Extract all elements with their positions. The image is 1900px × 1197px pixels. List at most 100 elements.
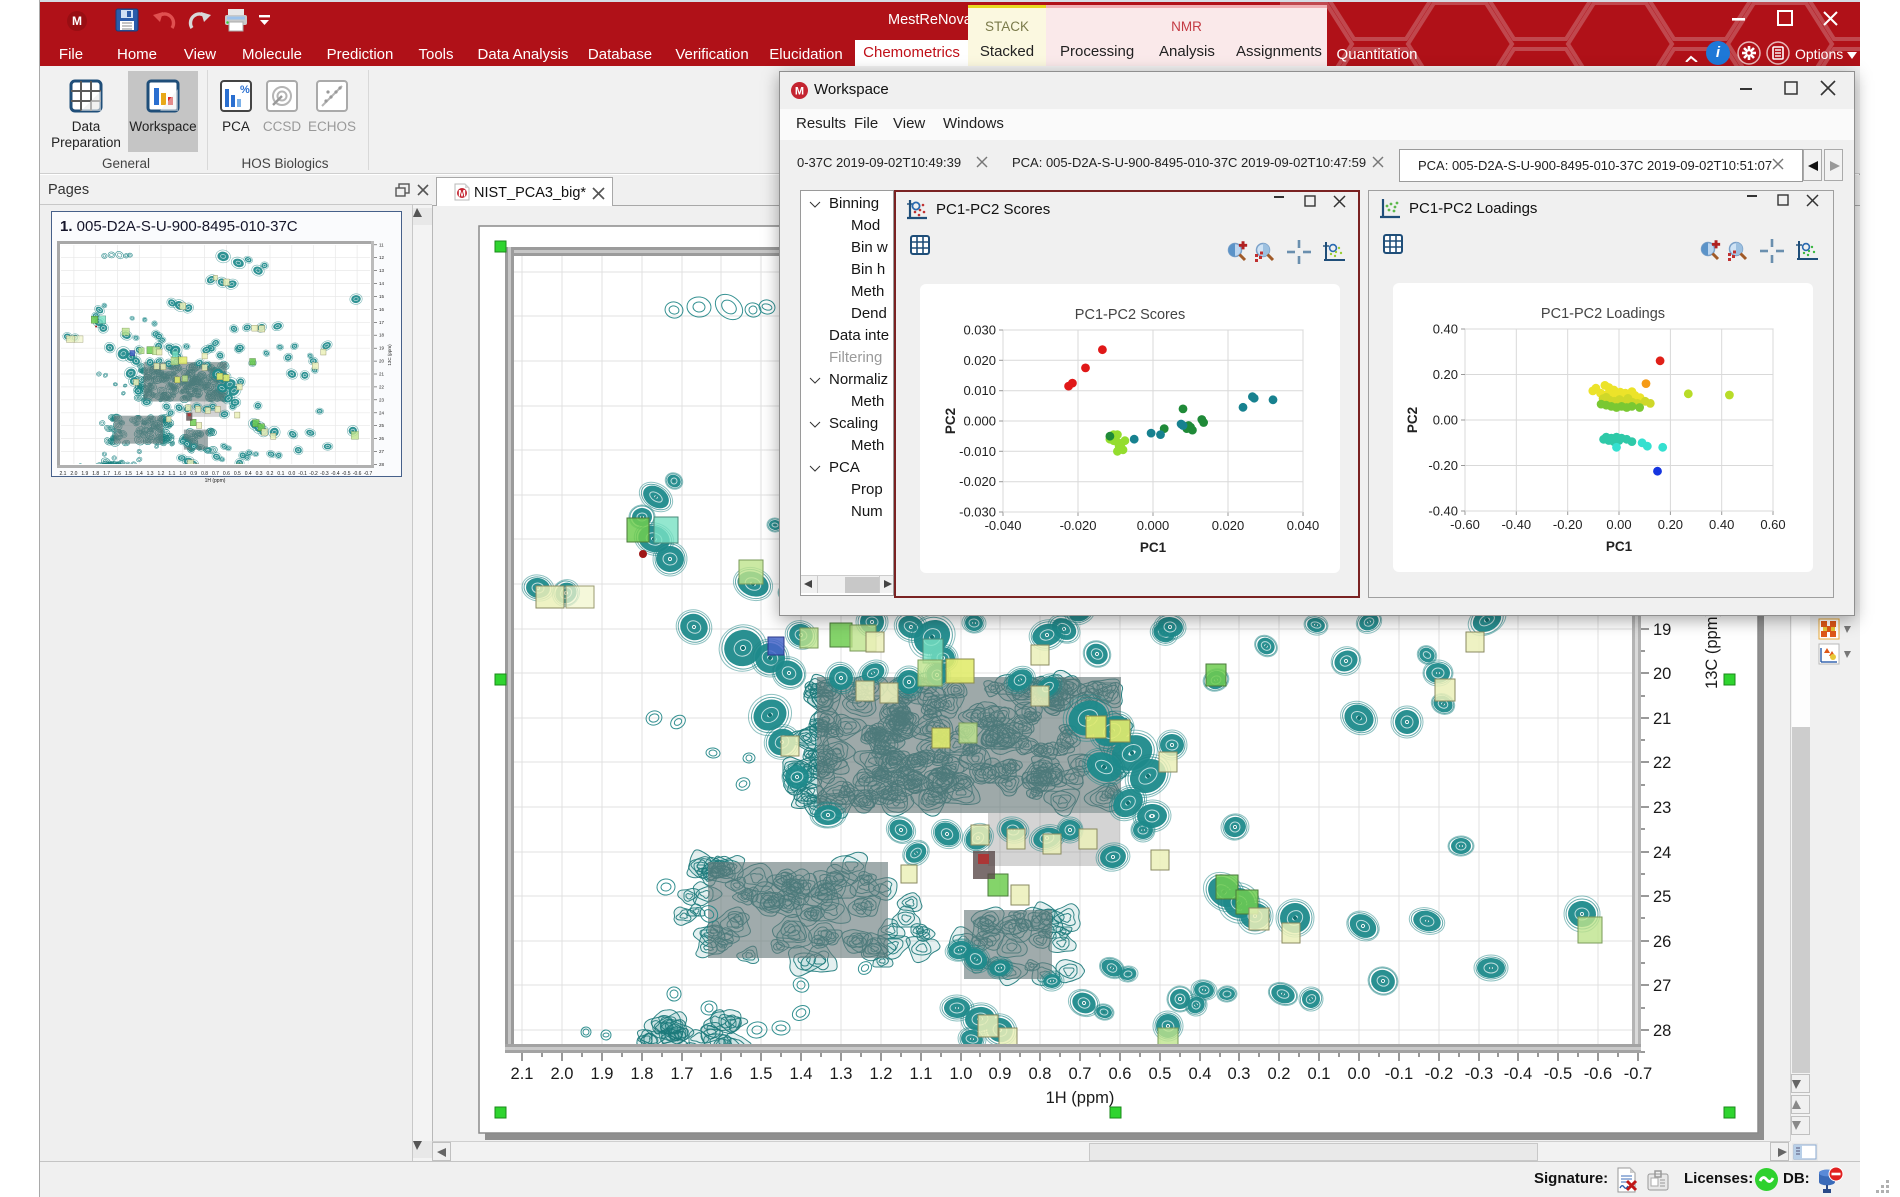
svg-text:0.9: 0.9 [190,471,197,477]
svg-text:PC1-PC2 Loadings: PC1-PC2 Loadings [1541,306,1665,322]
svg-text:1.2: 1.2 [158,471,165,477]
svg-text:-0.7: -0.7 [1624,1065,1652,1083]
svg-text:0.030: 0.030 [963,323,996,338]
svg-text:-0.40: -0.40 [1428,504,1458,519]
svg-text:13C (ppm): 13C (ppm) [387,344,392,366]
svg-text:0.40: 0.40 [1709,517,1734,532]
svg-text:1.2: 1.2 [870,1065,893,1083]
svg-text:0.9: 0.9 [989,1065,1012,1083]
svg-text:-0.20: -0.20 [1553,517,1583,532]
svg-text:1.5: 1.5 [125,471,132,477]
svg-text:2.1: 2.1 [60,471,67,477]
svg-text:0.3: 0.3 [256,471,263,477]
svg-text:1.3: 1.3 [147,471,154,477]
svg-text:12: 12 [379,255,385,260]
svg-text:PC1: PC1 [1606,539,1633,554]
svg-text:-0.040: -0.040 [985,518,1022,533]
svg-text:-0.7: -0.7 [364,471,373,477]
svg-text:2.0: 2.0 [551,1065,574,1083]
svg-text:17: 17 [379,320,385,325]
svg-text:-0.1: -0.1 [298,471,307,477]
svg-text:-0.010: -0.010 [959,444,996,459]
svg-text:0.4: 0.4 [245,471,252,477]
svg-text:19: 19 [1653,621,1671,639]
svg-text:0.020: 0.020 [963,353,996,368]
svg-text:0.7: 0.7 [212,471,219,477]
svg-text:13C (ppm): 13C (ppm) [1703,611,1721,689]
svg-text:PC1: PC1 [1140,540,1167,555]
svg-text:-0.6: -0.6 [353,471,362,477]
svg-text:22: 22 [379,384,385,389]
svg-text:26: 26 [379,436,385,441]
svg-text:-0.020: -0.020 [1060,518,1097,533]
svg-text:0.4: 0.4 [1189,1065,1212,1083]
svg-text:-0.4: -0.4 [1504,1065,1532,1083]
svg-text:-0.030: -0.030 [959,505,996,520]
svg-text:28: 28 [1653,1022,1671,1040]
svg-text:0.5: 0.5 [1149,1065,1172,1083]
svg-text:M: M [458,189,466,199]
svg-text:1.8: 1.8 [631,1065,654,1083]
svg-text:1.6: 1.6 [710,1065,733,1083]
svg-text:-0.5: -0.5 [342,471,351,477]
svg-text:1.4: 1.4 [136,471,143,477]
svg-text:21: 21 [379,372,385,377]
svg-text:PC1-PC2 Scores: PC1-PC2 Scores [1075,307,1185,323]
svg-text:0.6: 0.6 [1109,1065,1132,1083]
svg-text:-0.40: -0.40 [1501,517,1531,532]
svg-text:2.0: 2.0 [70,471,77,477]
svg-text:0.000: 0.000 [1137,518,1170,533]
svg-text:24: 24 [379,410,385,415]
svg-text:-0.60: -0.60 [1450,517,1480,532]
svg-text:0.0: 0.0 [1348,1065,1371,1083]
svg-text:26: 26 [1653,933,1671,951]
svg-text:0.010: 0.010 [963,383,996,398]
svg-text:14: 14 [379,281,385,286]
svg-text:-0.2: -0.2 [1425,1065,1453,1083]
svg-text:0.5: 0.5 [234,471,241,477]
svg-text:1.0: 1.0 [179,471,186,477]
svg-text:-0.020: -0.020 [959,474,996,489]
svg-text:0.3: 0.3 [1228,1065,1251,1083]
svg-text:0.6: 0.6 [223,471,230,477]
svg-text:1.7: 1.7 [671,1065,694,1083]
svg-text:PC2: PC2 [943,408,958,434]
svg-text:2.1: 2.1 [511,1065,534,1083]
svg-text:0.1: 0.1 [1308,1065,1331,1083]
svg-text:0.20: 0.20 [1658,517,1683,532]
svg-text:0.7: 0.7 [1069,1065,1092,1083]
svg-text:M: M [795,86,804,98]
svg-text:0.000: 0.000 [963,414,996,429]
svg-text:1.1: 1.1 [168,471,175,477]
svg-text:24: 24 [1653,844,1671,862]
svg-text:0.8: 0.8 [201,471,208,477]
svg-text:1.9: 1.9 [591,1065,614,1083]
svg-text:1H (ppm): 1H (ppm) [205,478,226,484]
svg-text:0.20: 0.20 [1433,367,1458,382]
svg-text:0.1: 0.1 [277,471,284,477]
svg-text:0.00: 0.00 [1606,517,1631,532]
svg-text:27: 27 [379,449,385,454]
svg-text:28: 28 [379,462,385,467]
svg-text:0.020: 0.020 [1212,518,1245,533]
svg-text:13: 13 [379,268,385,273]
svg-text:15: 15 [379,294,385,299]
svg-text:PC2: PC2 [1405,407,1420,433]
svg-text:19: 19 [379,346,385,351]
svg-text:0.40: 0.40 [1433,322,1458,337]
svg-text:1.9: 1.9 [81,471,88,477]
svg-text:1.1: 1.1 [910,1065,933,1083]
svg-text:20: 20 [1653,665,1671,683]
svg-text:18: 18 [379,333,385,338]
svg-text:-0.4: -0.4 [331,471,340,477]
svg-text:22: 22 [1653,754,1671,772]
svg-text:-0.3: -0.3 [1465,1065,1493,1083]
svg-text:1.8: 1.8 [92,471,99,477]
svg-text:11: 11 [379,242,384,247]
svg-text:1.3: 1.3 [830,1065,853,1083]
svg-text:-0.6: -0.6 [1584,1065,1612,1083]
svg-text:25: 25 [379,423,385,428]
svg-text:0.0: 0.0 [288,471,295,477]
svg-text:0.040: 0.040 [1287,518,1320,533]
svg-text:-0.1: -0.1 [1385,1065,1413,1083]
